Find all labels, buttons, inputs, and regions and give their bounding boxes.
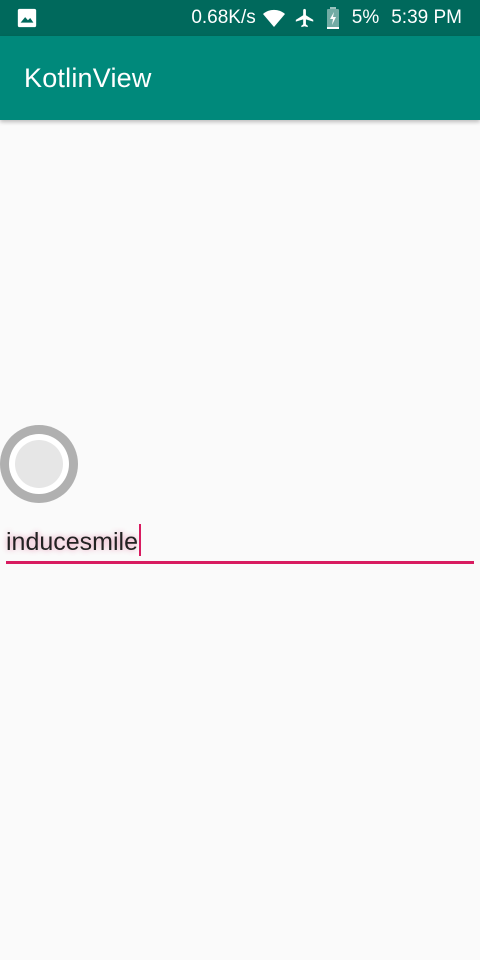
network-speed: 0.68K/s bbox=[191, 7, 256, 28]
text-input-value: inducesmile bbox=[6, 528, 139, 556]
battery-charging-icon bbox=[326, 7, 340, 29]
airplane-icon bbox=[294, 7, 316, 29]
battery-percent: 5% bbox=[351, 7, 380, 28]
app-title: KotlinView bbox=[24, 62, 152, 93]
radio-dot bbox=[15, 440, 63, 488]
image-icon bbox=[16, 7, 38, 29]
wifi-icon bbox=[262, 8, 286, 28]
text-input-value-wrap: inducesmile bbox=[6, 524, 142, 557]
status-right: 0.68K/s 5% 5:39 PM bbox=[185, 7, 468, 29]
clock: 5:39 PM bbox=[391, 7, 462, 28]
radio-button[interactable] bbox=[0, 425, 78, 503]
radio-inner-ring bbox=[9, 434, 69, 494]
text-cursor bbox=[139, 524, 142, 556]
status-bar: 0.68K/s 5% 5:39 PM bbox=[0, 0, 480, 36]
text-input-field[interactable]: inducesmile bbox=[6, 520, 474, 564]
app-bar: KotlinView bbox=[0, 36, 480, 120]
content-area: inducesmile bbox=[0, 120, 480, 960]
status-left bbox=[16, 7, 185, 29]
